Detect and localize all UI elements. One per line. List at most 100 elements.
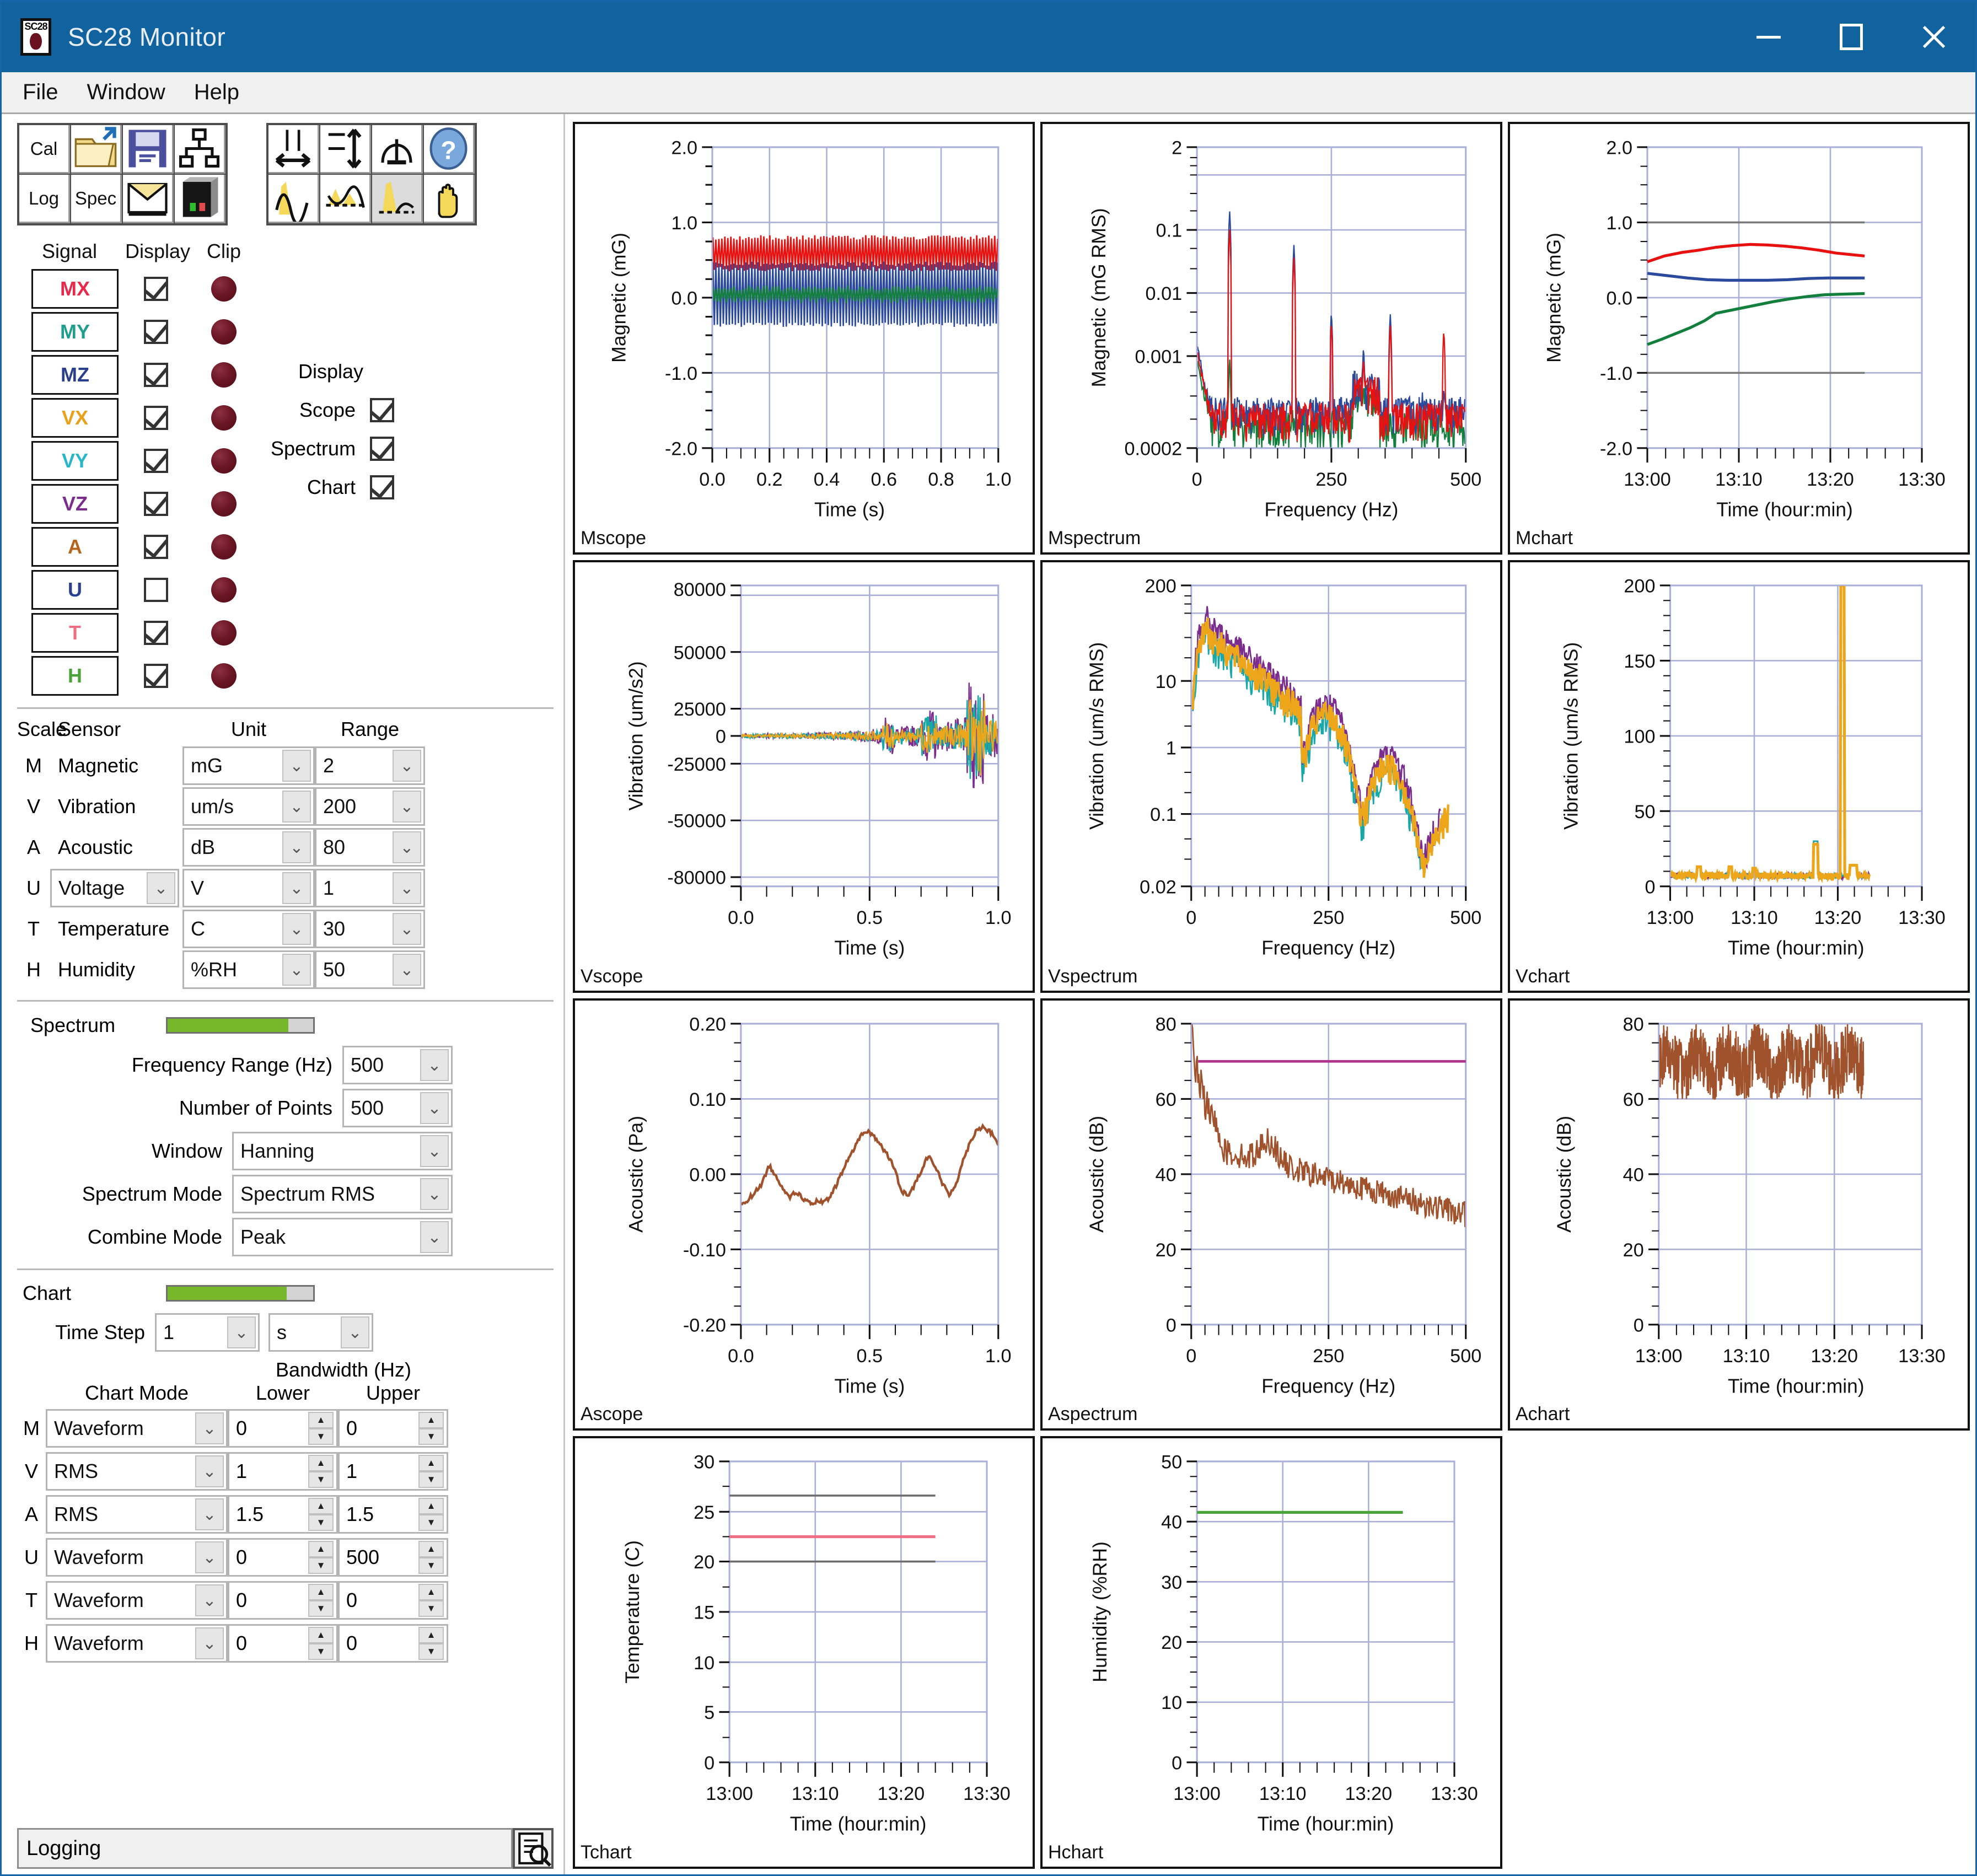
- bandwidth-upper-u[interactable]: 500 ▲ ▼: [338, 1538, 448, 1577]
- bandwidth-upper-m[interactable]: 0 ▲ ▼: [338, 1409, 448, 1448]
- signal-label-a[interactable]: A: [31, 527, 119, 567]
- cursor-drop-button[interactable]: [372, 125, 423, 174]
- display-option-spectrum-checkbox[interactable]: [370, 437, 395, 461]
- signal-label-vx[interactable]: VX: [31, 398, 119, 438]
- bandwidth-upper-h[interactable]: 0 ▲ ▼: [338, 1624, 448, 1663]
- zoom-horizontal-button[interactable]: [268, 125, 319, 174]
- graph-tchart[interactable]: 30 25 20 15 10 5 0 13:00 13:10 13:20 13:30 Time (…: [573, 1436, 1035, 1869]
- open-button[interactable]: [71, 125, 122, 174]
- spinner-down-icon[interactable]: ▼: [308, 1600, 334, 1617]
- display-checkbox-a[interactable]: [144, 535, 168, 559]
- spinner-up-icon[interactable]: ▲: [418, 1541, 444, 1557]
- signal-label-u[interactable]: U: [31, 570, 119, 610]
- window-combo[interactable]: Hanning ⌄: [232, 1132, 453, 1170]
- spectrum-mode-combo[interactable]: Spectrum RMS ⌄: [232, 1175, 453, 1213]
- bandwidth-lower-a[interactable]: 1.5 ▲ ▼: [228, 1495, 338, 1534]
- log-viewer-button[interactable]: [513, 1828, 554, 1869]
- graph-vscope[interactable]: 80000 50000 25000 0 -25000 -50000 -80000 0.0 0.…: [573, 560, 1035, 993]
- graph-mscope[interactable]: 2.0 1.0 0.0 -1.0 -2.0 0.0 0.2 0.4 0.6 0.8 1.0 Tim…: [573, 122, 1035, 555]
- display-checkbox-vx[interactable]: [144, 406, 168, 430]
- spinner-up-icon[interactable]: ▲: [418, 1498, 444, 1514]
- display-option-scope-checkbox[interactable]: [370, 398, 395, 422]
- display-checkbox-u[interactable]: [144, 578, 168, 602]
- pan-button[interactable]: [424, 175, 475, 223]
- graph-hchart[interactable]: 50 40 30 20 10 0 13:00 13:10 13:20 13:30 Time (h…: [1040, 1436, 1502, 1869]
- bandwidth-upper-a[interactable]: 1.5 ▲ ▼: [338, 1495, 448, 1534]
- display-option-chart-checkbox[interactable]: [370, 475, 395, 499]
- chart-mode-combo-h[interactable]: Waveform ⌄: [46, 1624, 228, 1663]
- spinner-down-icon[interactable]: ▼: [308, 1428, 334, 1445]
- display-checkbox-mx[interactable]: [144, 277, 168, 301]
- range-combo-u[interactable]: 1 ⌄: [315, 869, 425, 907]
- spinner-up-icon[interactable]: ▲: [418, 1412, 444, 1428]
- chart-mode-combo-t[interactable]: Waveform ⌄: [46, 1581, 228, 1620]
- range-combo-h[interactable]: 50 ⌄: [315, 950, 425, 989]
- unit-combo-u[interactable]: V ⌄: [182, 869, 315, 907]
- waveform-peak-button[interactable]: [268, 175, 319, 223]
- spinner-up-icon[interactable]: ▲: [418, 1455, 444, 1471]
- time-step-combo[interactable]: 1 ⌄: [155, 1313, 260, 1352]
- spinner-up-icon[interactable]: ▲: [418, 1627, 444, 1643]
- number-of-points-combo[interactable]: 500 ⌄: [342, 1089, 453, 1127]
- signal-label-h[interactable]: H: [31, 656, 119, 696]
- signal-label-mz[interactable]: MZ: [31, 355, 119, 395]
- unit-combo-m[interactable]: mG ⌄: [182, 746, 315, 785]
- chart-mode-combo-a[interactable]: RMS ⌄: [46, 1495, 228, 1534]
- device-button[interactable]: [175, 175, 225, 223]
- menu-item-file[interactable]: File: [8, 80, 72, 105]
- maximize-button[interactable]: [1810, 2, 1893, 72]
- unit-combo-h[interactable]: %RH ⌄: [182, 950, 315, 989]
- spinner-up-icon[interactable]: ▲: [308, 1498, 334, 1514]
- graph-achart[interactable]: 80 60 40 20 0 13:00 13:10 13:20 13:30 Time (hou…: [1508, 998, 1970, 1431]
- cal-button[interactable]: Cal: [19, 125, 70, 174]
- display-checkbox-t[interactable]: [144, 621, 168, 645]
- unit-combo-t[interactable]: C ⌄: [182, 910, 315, 948]
- spinner-down-icon[interactable]: ▼: [418, 1557, 444, 1574]
- save-button[interactable]: [123, 125, 174, 174]
- combine-mode-combo[interactable]: Peak ⌄: [232, 1218, 453, 1256]
- minimize-button[interactable]: [1727, 2, 1810, 72]
- chart-mode-combo-u[interactable]: Waveform ⌄: [46, 1538, 228, 1577]
- spinner-up-icon[interactable]: ▲: [308, 1627, 334, 1643]
- signal-label-vz[interactable]: VZ: [31, 484, 119, 524]
- help-button[interactable]: ?: [424, 125, 475, 174]
- frequency-range-combo[interactable]: 500 ⌄: [342, 1046, 453, 1084]
- spinner-down-icon[interactable]: ▼: [308, 1643, 334, 1660]
- signal-label-mx[interactable]: MX: [31, 269, 119, 309]
- spinner-down-icon[interactable]: ▼: [418, 1514, 444, 1531]
- spinner-up-icon[interactable]: ▲: [418, 1584, 444, 1600]
- network-button[interactable]: [175, 125, 225, 174]
- spinner-down-icon[interactable]: ▼: [308, 1514, 334, 1531]
- display-checkbox-mz[interactable]: [144, 363, 168, 387]
- graph-aspectrum[interactable]: 80 60 40 20 0 0 250 500 Frequency (Hz) Acousti…: [1040, 998, 1502, 1431]
- waveform-band-button[interactable]: [320, 175, 371, 223]
- bandwidth-lower-u[interactable]: 0 ▲ ▼: [228, 1538, 338, 1577]
- chart-mode-combo-m[interactable]: Waveform ⌄: [46, 1409, 228, 1448]
- spinner-up-icon[interactable]: ▲: [308, 1541, 334, 1557]
- bandwidth-upper-t[interactable]: 0 ▲ ▼: [338, 1581, 448, 1620]
- display-checkbox-vz[interactable]: [144, 492, 168, 516]
- log-button[interactable]: Log: [19, 175, 70, 223]
- spinner-down-icon[interactable]: ▼: [308, 1471, 334, 1488]
- graph-vspectrum[interactable]: 200 10 1 0.1 0.02 0 250 500 Frequency (Hz) Vib…: [1040, 560, 1502, 993]
- menu-item-window[interactable]: Window: [72, 80, 179, 105]
- bandwidth-lower-v[interactable]: 1 ▲ ▼: [228, 1452, 338, 1491]
- spinner-up-icon[interactable]: ▲: [308, 1584, 334, 1600]
- display-checkbox-my[interactable]: [144, 320, 168, 344]
- display-checkbox-h[interactable]: [144, 664, 168, 688]
- range-combo-v[interactable]: 200 ⌄: [315, 787, 425, 826]
- time-step-unit-combo[interactable]: s ⌄: [268, 1313, 373, 1352]
- graph-vchart[interactable]: 200 150 100 50 0 13:00 13:10 13:20 13:30 Time (…: [1508, 560, 1970, 993]
- spec-button[interactable]: Spec: [71, 175, 122, 223]
- spinner-up-icon[interactable]: ▲: [308, 1412, 334, 1428]
- spinner-down-icon[interactable]: ▼: [418, 1600, 444, 1617]
- range-combo-a[interactable]: 80 ⌄: [315, 828, 425, 867]
- graph-mchart[interactable]: 2.0 1.0 0.0 -1.0 -2.0 13:00 13:10 13:20 13:30 T…: [1508, 122, 1970, 555]
- close-button[interactable]: [1893, 2, 1975, 72]
- signal-label-vy[interactable]: VY: [31, 441, 119, 481]
- range-combo-m[interactable]: 2 ⌄: [315, 746, 425, 785]
- spinner-down-icon[interactable]: ▼: [418, 1428, 444, 1445]
- signal-label-t[interactable]: T: [31, 613, 119, 653]
- unit-combo-a[interactable]: dB ⌄: [182, 828, 315, 867]
- spinner-down-icon[interactable]: ▼: [308, 1557, 334, 1574]
